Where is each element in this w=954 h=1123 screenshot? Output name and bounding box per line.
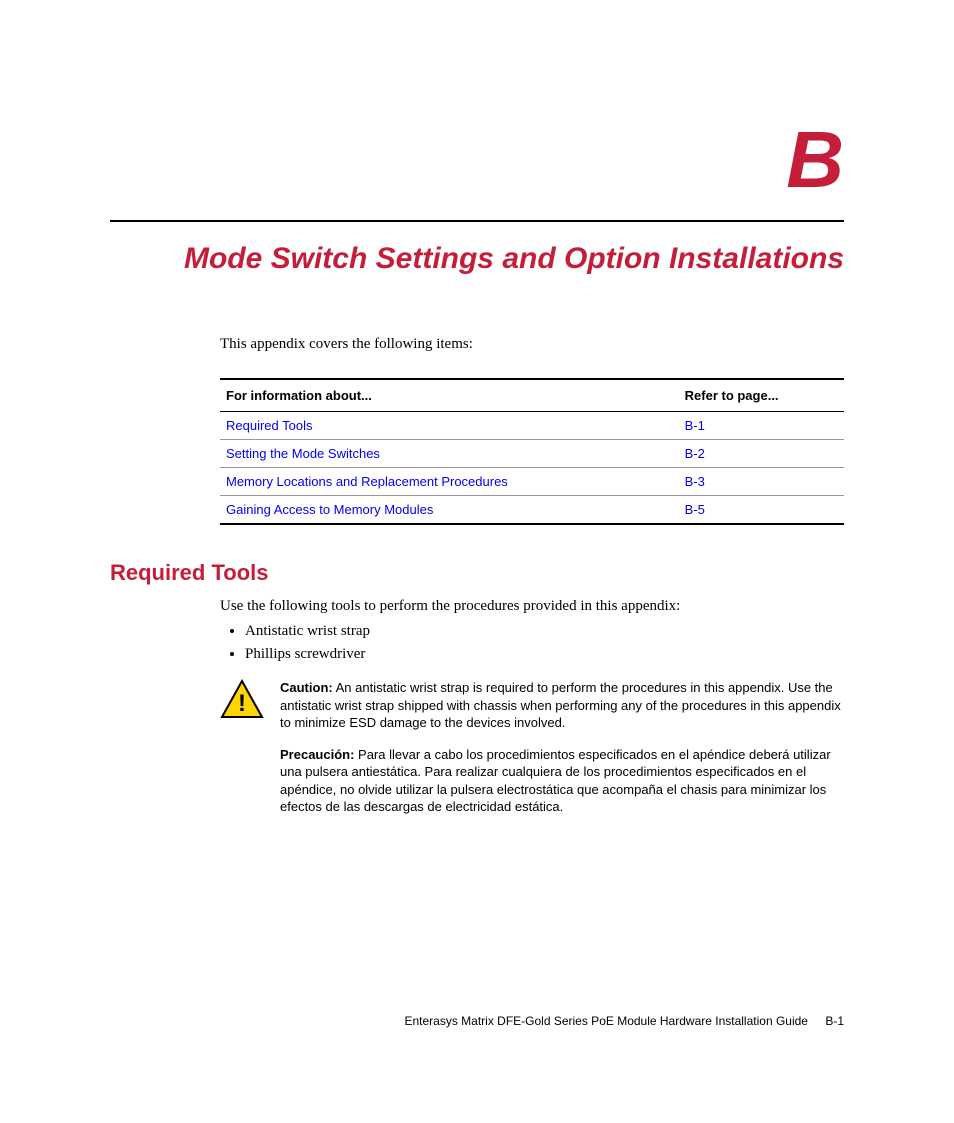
- table-header-page: Refer to page...: [679, 379, 844, 412]
- caution-icon: !: [220, 679, 270, 724]
- intro-text: This appendix covers the following items…: [220, 336, 844, 353]
- section-heading-required-tools: Required Tools: [110, 560, 844, 586]
- bullet-list: Antistatic wrist strap Phillips screwdri…: [220, 623, 844, 663]
- table-row: Required Tools B-1: [220, 412, 844, 440]
- caution-label: Caution:: [280, 680, 333, 695]
- page-link[interactable]: B-3: [685, 474, 705, 489]
- list-item: Phillips screwdriver: [245, 646, 844, 663]
- caution-block-es: Precaución: Para llevar a cabo los proce…: [220, 746, 844, 816]
- topic-link[interactable]: Memory Locations and Replacement Procedu…: [226, 474, 508, 489]
- appendix-letter: B: [110, 120, 844, 200]
- horizontal-rule: [110, 220, 844, 222]
- table-header-info: For information about...: [220, 379, 679, 412]
- table-row: Gaining Access to Memory Modules B-5: [220, 496, 844, 525]
- table-row: Memory Locations and Replacement Procedu…: [220, 468, 844, 496]
- topic-link[interactable]: Required Tools: [226, 418, 312, 433]
- topic-link[interactable]: Gaining Access to Memory Modules: [226, 502, 433, 517]
- svg-text:!: !: [238, 690, 246, 717]
- table-row: Setting the Mode Switches B-2: [220, 440, 844, 468]
- caution-text-en: Caution: An antistatic wrist strap is re…: [280, 679, 844, 732]
- topic-link[interactable]: Setting the Mode Switches: [226, 446, 380, 461]
- footer-page-number: B-1: [825, 1014, 844, 1028]
- caution-text-es: Precaución: Para llevar a cabo los proce…: [280, 746, 844, 816]
- footer-doc-title: Enterasys Matrix DFE-Gold Series PoE Mod…: [404, 1014, 808, 1028]
- precaucion-label: Precaución:: [280, 747, 354, 762]
- caution-block-en: ! Caution: An antistatic wrist strap is …: [220, 679, 844, 732]
- precaucion-body: Para llevar a cabo los procedimientos es…: [280, 747, 831, 815]
- list-item: Antistatic wrist strap: [245, 623, 844, 640]
- chapter-title: Mode Switch Settings and Option Installa…: [110, 242, 844, 276]
- reference-table: For information about... Refer to page..…: [220, 378, 844, 525]
- page-link[interactable]: B-2: [685, 446, 705, 461]
- page-link[interactable]: B-5: [685, 502, 705, 517]
- page-link[interactable]: B-1: [685, 418, 705, 433]
- footer: Enterasys Matrix DFE-Gold Series PoE Mod…: [404, 1014, 844, 1028]
- caution-body: An antistatic wrist strap is required to…: [280, 680, 841, 730]
- section-intro: Use the following tools to perform the p…: [220, 598, 844, 615]
